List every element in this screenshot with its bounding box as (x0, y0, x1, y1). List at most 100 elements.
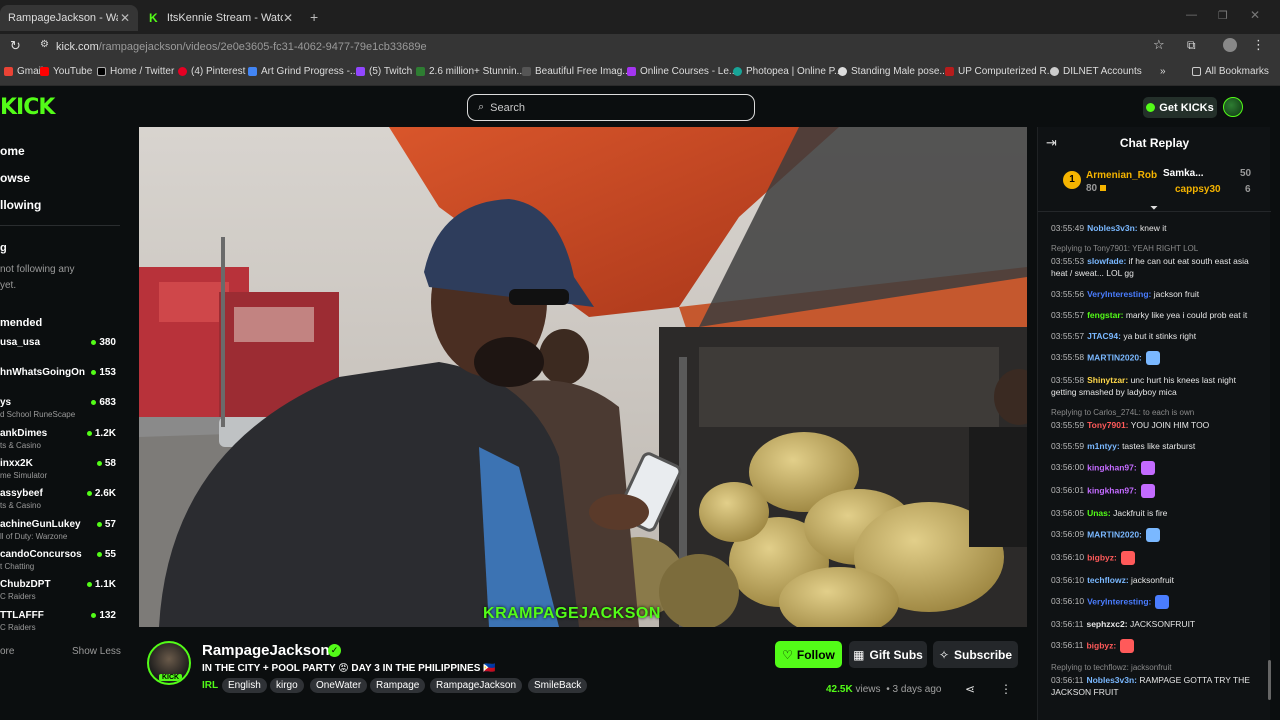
recommended-channel[interactable]: candoConcursos t Chatting 55 (0, 549, 120, 575)
tag-chip[interactable]: kirgo (270, 678, 304, 693)
bookmark-art-grind[interactable]: Art Grind Progress -... (248, 66, 358, 77)
sidebar-item-home[interactable]: ome (0, 144, 25, 158)
message-username[interactable]: Unas: (1087, 508, 1111, 518)
top-gifter-name[interactable]: cappsy30 (1175, 184, 1221, 195)
new-tab-plus-icon[interactable]: + (310, 9, 318, 25)
channel-category: t Chatting (0, 562, 35, 571)
bookmark-twitch[interactable]: (5) Twitch (356, 66, 412, 77)
message-username[interactable]: kingkhan97: (1087, 462, 1137, 472)
gmail-icon (4, 67, 13, 76)
message-username[interactable]: fengstar: (1087, 310, 1123, 320)
tab-rampagejackson[interactable]: RampageJackson - Watch the V ✕ (0, 5, 138, 31)
top-gifter-name[interactable]: Samka... (1163, 168, 1204, 179)
search-input[interactable]: ⌕ Search (467, 94, 755, 121)
show-less-link[interactable]: Show Less (72, 646, 121, 657)
more-options-icon[interactable]: ⋮ (1000, 682, 1012, 696)
message-username[interactable]: m1ntyy: (1087, 441, 1120, 451)
minimize-icon[interactable]: — (1186, 9, 1197, 21)
message-username[interactable]: Shinytzar: (1087, 375, 1128, 385)
bookmarks-overflow-icon[interactable]: » (1160, 66, 1166, 77)
close-tab-icon[interactable]: ✕ (120, 11, 130, 25)
share-icon[interactable]: ⋖ (965, 682, 975, 696)
viewer-count-value: 683 (99, 397, 116, 408)
subscribe-button[interactable]: ✧ Subscribe (933, 641, 1018, 668)
kick-logo[interactable]: KICK (0, 95, 55, 120)
recommended-channel[interactable]: ys d School RuneScape 683 (0, 397, 120, 423)
channel-category: ts & Casino (0, 501, 41, 510)
message-username[interactable]: Tony7901: (1087, 420, 1128, 430)
category-link[interactable]: IRL (202, 680, 218, 691)
bookmark-free-images[interactable]: Beautiful Free Imag... (522, 66, 631, 77)
extensions-icon[interactable]: ⧉ (1187, 38, 1196, 53)
top-gifter-amount: 6 (1245, 184, 1251, 195)
url-field[interactable]: kick.com/rampagejackson/videos/2e0e3605-… (56, 37, 427, 57)
bookmark-youtube[interactable]: YouTube (40, 66, 92, 77)
get-kicks-button[interactable]: Get KICKs (1143, 97, 1217, 118)
viewer-count-value: 380 (99, 337, 116, 348)
browser-menu-icon[interactable]: ⋮ (1252, 37, 1265, 53)
message-username[interactable]: techflowz: (1087, 575, 1129, 585)
recommended-channel[interactable]: assybeef ts & Casino 2.6K (0, 488, 120, 514)
message-username[interactable]: bigbyz: (1086, 640, 1116, 650)
message-username[interactable]: VeryInteresting: (1087, 289, 1151, 299)
recommended-channel[interactable]: inxx2K me Simulator 58 (0, 458, 120, 484)
close-tab-icon[interactable]: ✕ (283, 11, 293, 25)
profile-icon[interactable] (1223, 38, 1237, 52)
message-username[interactable]: MARTIN2020: (1087, 529, 1142, 539)
bookmark-star-icon[interactable]: ☆ (1153, 37, 1165, 53)
chat-scrollbar[interactable] (1268, 660, 1271, 700)
bookmark-gmail[interactable]: Gmail (4, 66, 43, 77)
follow-button[interactable]: ♡ Follow (775, 641, 842, 668)
chat-reply-context: Replying to Carlos_274L: to each is own (1051, 408, 1195, 417)
bookmark-standing-male[interactable]: Standing Male pose... (838, 66, 948, 77)
message-username[interactable]: Nobles3v3n: (1086, 675, 1137, 685)
emote-icon (1120, 639, 1135, 653)
bookmark-photopea[interactable]: Photopea | Online P... (733, 66, 842, 77)
tag-chip[interactable]: SmileBack (528, 678, 588, 693)
message-username[interactable]: bigbyz: (1087, 552, 1117, 562)
bookmark-twitter[interactable]: Home / Twitter (97, 66, 174, 77)
gift-subs-button[interactable]: ▦ Gift Subs (849, 641, 927, 668)
recommended-channel[interactable]: ankDimes ts & Casino 1.2K (0, 428, 120, 454)
message-time: 03:56:01 (1051, 485, 1085, 496)
site-info-icon[interactable]: ⚙ (40, 39, 49, 50)
bookmark-label: All Bookmarks (1205, 66, 1269, 77)
message-username[interactable]: Nobles3v3n: (1087, 223, 1138, 233)
tag-chip[interactable]: Rampage (370, 678, 426, 693)
message-username[interactable]: sephzxc2: (1086, 619, 1127, 629)
tab-itskennie[interactable]: K ItsKennie Stream - Watch Live ✕ (141, 5, 301, 31)
bookmark-dilnet[interactable]: DILNET Accounts (1050, 66, 1142, 77)
recommended-channel[interactable]: achineGunLukey ll of Duty: Warzone 57 (0, 519, 120, 545)
message-username[interactable]: kingkhan97: (1087, 485, 1137, 495)
sidebar-item-browse[interactable]: owse (0, 171, 30, 185)
bookmark-label: 2.6 million+ Stunnin... (429, 66, 525, 77)
message-username[interactable]: slowfade: (1087, 256, 1126, 266)
top-gifter-name[interactable]: Armenian_Rob (1086, 170, 1157, 181)
bookmark-up-computerized[interactable]: UP Computerized R... (945, 66, 1055, 77)
channel-avatar[interactable]: KICK (147, 641, 191, 685)
all-bookmarks[interactable]: All Bookmarks (1192, 66, 1269, 77)
video-player[interactable] (139, 127, 1027, 627)
channel-name[interactable]: RampageJackson (202, 642, 330, 659)
sidebar-item-following[interactable]: llowing (0, 198, 41, 212)
reload-icon[interactable]: ↻ (10, 38, 21, 54)
chat-message: 03:56:09 MARTIN2020: (1051, 528, 1263, 542)
bookmark-stunning[interactable]: 2.6 million+ Stunnin... (416, 66, 525, 77)
tag-chip[interactable]: OneWater (310, 678, 368, 693)
recommended-channel[interactable]: hnWhatsGoingOn 153 (0, 367, 120, 393)
recommended-channel[interactable]: ChubzDPT C Raiders 1.1K (0, 579, 120, 605)
message-username[interactable]: MARTIN2020: (1087, 352, 1142, 362)
message-username[interactable]: JTAC94: (1087, 331, 1121, 341)
expand-leaderboard-icon[interactable]: ⏷ (1150, 203, 1158, 214)
tag-chip[interactable]: RampageJackson (430, 678, 523, 693)
recommended-channel[interactable]: usa_usa 380 (0, 337, 120, 363)
maximize-icon[interactable]: ❐ (1218, 9, 1228, 22)
message-username[interactable]: VeryInteresting: (1087, 596, 1151, 606)
tag-chip[interactable]: English (222, 678, 267, 693)
bookmark-pinterest[interactable]: (4) Pinterest (178, 66, 245, 77)
recommended-channel[interactable]: TTLAFFF C Raiders 132 (0, 610, 120, 636)
bookmark-online-courses[interactable]: Online Courses - Le... (627, 66, 737, 77)
show-more-link[interactable]: ore (0, 646, 14, 657)
user-avatar[interactable] (1223, 97, 1243, 117)
window-close-icon[interactable]: ✕ (1250, 8, 1260, 22)
